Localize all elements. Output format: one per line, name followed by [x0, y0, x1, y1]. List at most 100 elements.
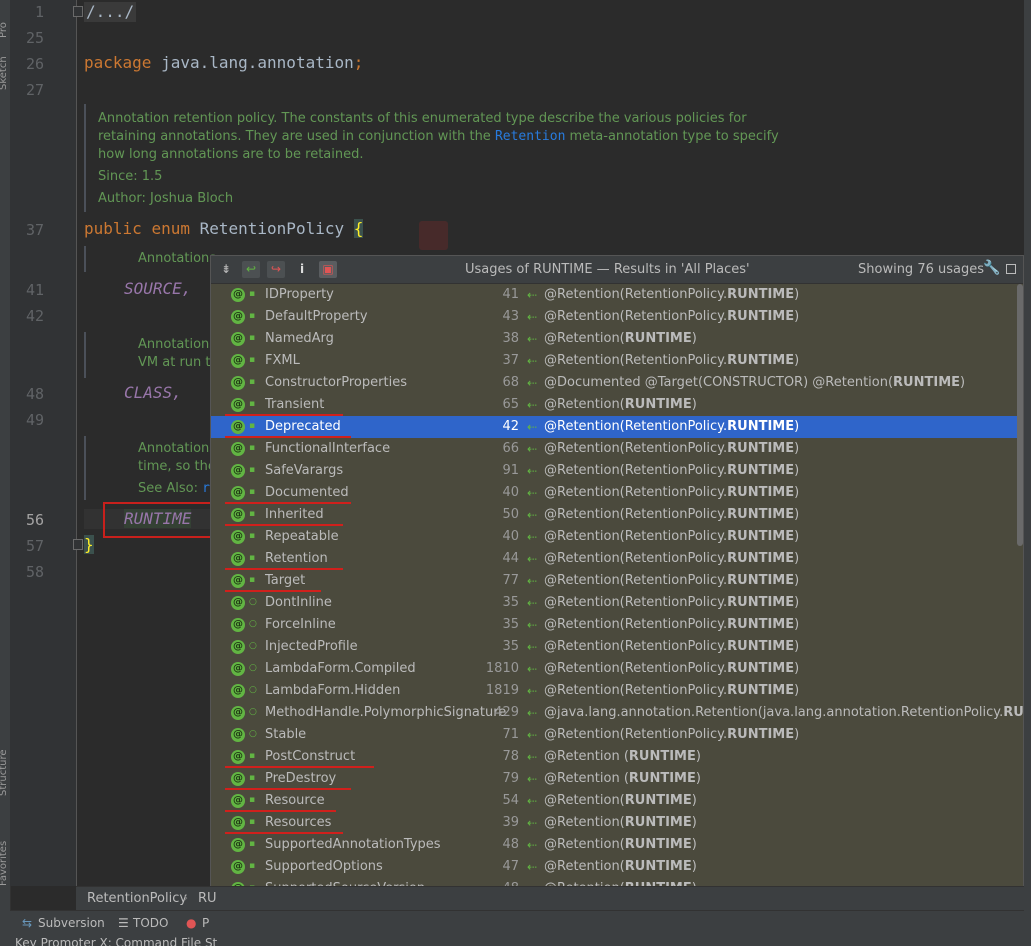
usage-row[interactable]: @ ▪ DefaultProperty 43 ⇠ @Retention(Retention… — [211, 306, 1017, 328]
usage-row[interactable]: @ ○ LambdaForm.Compiled 1810 ⇠ @Retention(Ret… — [211, 658, 1017, 680]
next-occurrence-icon[interactable]: ↪ — [267, 261, 285, 278]
usage-code: @Retention(RetentionPolicy.RUNTIME) — [544, 485, 800, 500]
annotation-icon: @ — [231, 508, 245, 522]
annotation-icon: @ — [231, 684, 245, 698]
info-icon[interactable]: i — [293, 261, 311, 278]
usage-line-number: 91 — [502, 463, 519, 478]
breadcrumb-item[interactable]: RU — [198, 887, 217, 911]
usage-row[interactable]: @ ○ LambdaForm.Hidden 1819 ⇠ @Retention(Reten… — [211, 680, 1017, 702]
stop-icon[interactable]: ▣ — [319, 261, 337, 278]
usage-row[interactable]: @ ○ MethodHandle.PolymorphicSignature 429 ⇠ @… — [211, 702, 1023, 724]
usage-arrow-icon: ⇠ — [527, 486, 538, 500]
usage-arrow-icon: ⇠ — [527, 464, 538, 478]
package-keyword: package — [84, 53, 152, 72]
minimize-icon[interactable] — [1006, 264, 1016, 274]
usage-arrow-icon: ⇠ — [527, 662, 538, 676]
usage-line-number: 44 — [502, 551, 519, 566]
usage-row[interactable]: @ ▪ Retention 44 ⇠ @Retention(RetentionPolicy… — [211, 548, 1017, 570]
usage-row[interactable]: @ ○ Stable 71 ⇠ @Retention(RetentionPolicy.RU… — [211, 724, 1017, 746]
annotation-icon: @ — [231, 860, 245, 874]
usage-class-name: DefaultProperty — [265, 309, 368, 324]
usage-row[interactable]: @ ▪ Repeatable 40 ⇠ @Retention(RetentionPolic… — [211, 526, 1017, 548]
usage-class-name: LambdaForm.Hidden — [265, 683, 401, 698]
usage-arrow-icon: ⇠ — [527, 618, 538, 632]
usage-row[interactable]: @ ▪ PreDestroy 79 ⇠ @Retention (RUNTIME) — [211, 768, 1017, 790]
project-tool-label[interactable]: Pro — [0, 22, 9, 38]
fold-toggle-icon[interactable] — [73, 6, 83, 17]
annotation-icon: @ — [231, 442, 245, 456]
subversion-tab[interactable]: Subversion — [38, 911, 105, 935]
line-number: 56 — [25, 511, 44, 529]
usage-row[interactable]: @ ▪ PostConstruct 78 ⇠ @Retention (RUNTIME) — [211, 746, 1017, 768]
wrench-icon[interactable]: 🔧 — [983, 260, 1000, 276]
usage-row[interactable]: @ ▪ ConstructorProperties 68 ⇠ @Documented @T… — [211, 372, 1017, 394]
usage-row[interactable]: @ ▪ Target 77 ⇠ @Retention(RetentionPolicy.RU… — [211, 570, 1017, 592]
usage-row[interactable]: @ ▪ Inherited 50 ⇠ @Retention(RetentionPolicy… — [211, 504, 1017, 526]
usage-row[interactable]: @ ▪ Transient 65 ⇠ @Retention(RUNTIME) — [211, 394, 1017, 416]
usage-line-number: 35 — [502, 639, 519, 654]
usage-code: @Retention(RUNTIME) — [544, 859, 697, 874]
structure-tool-label[interactable]: Structure — [0, 749, 9, 796]
line-number: 37 — [25, 221, 44, 239]
usage-row[interactable]: @ ▪ IDProperty 41 ⇠ @Retention(RetentionPolic… — [211, 284, 1017, 306]
usage-row[interactable]: @ ▪ Resource 54 ⇠ @Retention(RUNTIME) — [211, 790, 1017, 812]
expand-all-icon[interactable]: ⇟ — [217, 261, 235, 278]
annotation-icon: @ — [231, 618, 245, 632]
usage-line-number: 54 — [502, 793, 519, 808]
usage-line-number: 40 — [502, 485, 519, 500]
usage-row[interactable]: @ ▪ SupportedAnnotationTypes 48 ⇠ @Retention(… — [211, 834, 1017, 856]
popup-header: ⇟ ↩ ↪ i ▣ Usages of RUNTIME — Results in… — [211, 256, 1023, 284]
doc-text: meta-annotation type to specify — [569, 129, 779, 144]
usage-code: @Retention(RUNTIME) — [544, 397, 697, 412]
usage-row[interactable]: @ ○ ForceInline 35 ⇠ @Retention(RetentionPoli… — [211, 614, 1017, 636]
usage-class-name: Documented — [265, 485, 349, 500]
usage-class-name: Resource — [265, 793, 325, 808]
usage-arrow-icon: ⇠ — [527, 816, 538, 830]
usage-class-name: LambdaForm.Compiled — [265, 661, 416, 676]
previous-occurrence-icon[interactable]: ↩ — [242, 261, 260, 278]
doc-link-retention[interactable]: Retention — [495, 129, 565, 144]
annotation-icon: @ — [231, 354, 245, 368]
fold-toggle-icon[interactable] — [73, 539, 83, 550]
breadcrumb-item[interactable]: RetentionPolicy — [87, 887, 187, 911]
usage-arrow-icon: ⇠ — [527, 420, 538, 434]
usage-arrow-icon: ⇠ — [527, 838, 538, 852]
annotation-icon: @ — [231, 464, 245, 478]
usage-line-number: 77 — [502, 573, 519, 588]
usage-arrow-icon: ⇠ — [527, 552, 538, 566]
usage-row[interactable]: @ ▪ Resources 39 ⇠ @Retention(RUNTIME) — [211, 812, 1017, 834]
usage-row[interactable]: @ ○ InjectedProfile 35 ⇠ @Retention(Retention… — [211, 636, 1017, 658]
folded-header[interactable]: /.../ — [84, 2, 137, 22]
lock-icon: ▪ — [249, 839, 256, 849]
problems-tab[interactable]: P — [202, 911, 209, 935]
line-number: 26 — [25, 55, 44, 73]
usage-line-number: 78 — [502, 749, 519, 764]
lock-icon: ▪ — [249, 553, 256, 563]
usage-code: @Retention(RetentionPolicy.RUNTIME) — [544, 419, 800, 434]
line-number: 58 — [25, 563, 44, 581]
usage-arrow-icon: ⇠ — [527, 684, 538, 698]
popup-scrollbar[interactable] — [1017, 284, 1023, 546]
usage-row[interactable]: @ ○ DontInline 35 ⇠ @Retention(RetentionPolic… — [211, 592, 1017, 614]
usage-row[interactable]: @ ▪ SafeVarargs 91 ⇠ @Retention(RetentionPoli… — [211, 460, 1017, 482]
annotation-icon: @ — [231, 596, 245, 610]
usage-row[interactable]: @ ▪ Deprecated 42 ⇠ @Retention(RetentionPolic… — [211, 416, 1017, 438]
semicolon: ; — [353, 53, 364, 72]
usage-row[interactable]: @ ▪ NamedArg 38 ⇠ @Retention(RUNTIME) — [211, 328, 1017, 350]
todo-icon: ☰ — [118, 916, 129, 930]
problems-icon: ● — [186, 916, 197, 930]
usage-row[interactable]: @ ▪ FunctionalInterface 66 ⇠ @Retention(Reten… — [211, 438, 1017, 460]
usage-row[interactable]: @ ▪ SupportedOptions 47 ⇠ @Retention(RUNTIME) — [211, 856, 1017, 878]
usage-row[interactable]: @ ▪ FXML 37 ⇠ @Retention(RetentionPolicy.RUNT… — [211, 350, 1017, 372]
annotation-icon: @ — [231, 552, 245, 566]
sketch-tool-label[interactable]: Sketch — [0, 56, 9, 90]
lock-icon: ○ — [249, 729, 257, 739]
lock-icon: ▪ — [249, 355, 256, 365]
usage-line-number: 40 — [502, 529, 519, 544]
usage-row[interactable]: @ ▪ Documented 40 ⇠ @Retention(RetentionPolic… — [211, 482, 1017, 504]
favorites-tool-label[interactable]: Favorites — [0, 841, 9, 886]
annotation-icon: @ — [231, 486, 245, 500]
todo-tab[interactable]: TODO — [133, 911, 168, 935]
usage-code: @Retention(RetentionPolicy.RUNTIME) — [544, 573, 800, 588]
usage-line-number: 35 — [502, 617, 519, 632]
